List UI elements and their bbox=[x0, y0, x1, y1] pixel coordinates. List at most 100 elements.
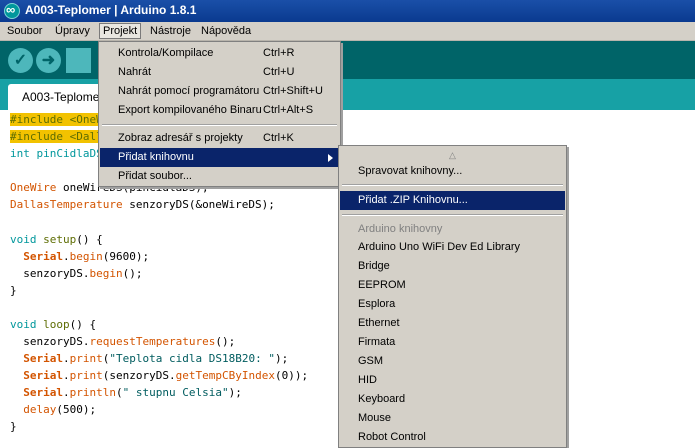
menu-item-label: Esplora bbox=[358, 298, 396, 310]
menu-item-library[interactable]: Ethernet bbox=[340, 314, 565, 333]
code-text: (9600); bbox=[102, 250, 150, 263]
code-type: OneWire bbox=[10, 181, 57, 194]
code-text: ); bbox=[274, 352, 289, 365]
code-type: DallasTemperature bbox=[10, 198, 123, 211]
menu-item-kontrola[interactable]: Kontrola/Kompilace Ctrl+R bbox=[100, 44, 339, 63]
menu-item-shortcut: Ctrl+K bbox=[263, 132, 294, 144]
menu-projekt[interactable]: Projekt bbox=[99, 23, 142, 39]
new-sketch-button[interactable] bbox=[66, 48, 91, 73]
menu-item-label: Arduino Uno WiFi Dev Ed Library bbox=[358, 241, 521, 253]
menu-separator bbox=[102, 124, 337, 126]
menu-item-library[interactable]: Robot Control bbox=[340, 428, 565, 447]
code-text: senzoryDS. bbox=[10, 335, 90, 348]
menu-item-library[interactable]: GSM bbox=[340, 352, 565, 371]
menu-soubor[interactable]: Soubor bbox=[4, 24, 45, 40]
menu-item-label: Keyboard bbox=[358, 393, 406, 405]
menu-item-label: Firmata bbox=[358, 336, 396, 348]
menu-napoveda[interactable]: Nápověda bbox=[198, 24, 254, 40]
code-method: requestTemperatures bbox=[89, 335, 216, 348]
menu-item-pridat-soubor[interactable]: Přidat soubor... bbox=[100, 167, 339, 186]
menu-item-label: Kontrola/Kompilace bbox=[118, 47, 214, 59]
menu-item-label: HID bbox=[358, 374, 377, 386]
menu-item-library[interactable]: Keyboard bbox=[340, 390, 565, 409]
menu-item-pridat-zip[interactable]: Přidat .ZIP Knihovnu... bbox=[340, 191, 565, 210]
menu-item-label: Přidat .ZIP Knihovnu... bbox=[358, 194, 468, 206]
menu-item-library[interactable]: EEPROM bbox=[340, 276, 565, 295]
code-string: " stupnu Celsia" bbox=[122, 386, 229, 399]
title-bar: A003-Teplomer | Arduino 1.8.1 bbox=[0, 0, 695, 22]
menu-upravy[interactable]: Úpravy bbox=[52, 24, 93, 40]
menu-item-export-binaru[interactable]: Export kompilovaného Binaru Ctrl+Alt+S bbox=[100, 101, 339, 120]
menu-section-label: Arduino knihovny bbox=[358, 223, 443, 235]
code-text: . bbox=[63, 369, 70, 382]
menu-item-label: Zobraz adresář s projekty bbox=[118, 132, 243, 144]
menu-item-shortcut: Ctrl+R bbox=[263, 47, 295, 59]
code-function: setup bbox=[43, 233, 77, 246]
code-text: (); bbox=[215, 335, 236, 348]
menu-item-label: Přidat knihovnu bbox=[118, 151, 194, 163]
code-keyword: void bbox=[10, 318, 37, 331]
tab-sketch[interactable]: A003-Teplomer bbox=[8, 84, 108, 110]
menu-item-library[interactable]: Mouse bbox=[340, 409, 565, 428]
arduino-app-icon bbox=[4, 2, 20, 19]
code-function: loop bbox=[43, 318, 70, 331]
code-serial: Serial bbox=[23, 352, 63, 365]
code-text: () { bbox=[69, 318, 97, 331]
code-text: } bbox=[10, 284, 17, 297]
code-text: ( bbox=[115, 386, 123, 399]
menu-item-label: Mouse bbox=[358, 412, 392, 424]
menu-item-label: Bridge bbox=[358, 260, 390, 272]
menu-item-nahrat-programator[interactable]: Nahrát pomocí programátoru Ctrl+Shift+U bbox=[100, 82, 339, 101]
code-method: delay bbox=[23, 403, 57, 416]
code-method: begin bbox=[69, 250, 103, 263]
code-serial: Serial bbox=[23, 250, 63, 263]
menu-bar: Soubor Úpravy Projekt Nástroje Nápověda bbox=[0, 22, 695, 41]
menu-separator bbox=[342, 214, 563, 216]
menu-item-shortcut: Ctrl+U bbox=[263, 66, 295, 78]
menu-separator bbox=[342, 184, 563, 186]
code-text: () { bbox=[76, 233, 103, 246]
code-text: . bbox=[63, 352, 70, 365]
code-text: (senzoryDS. bbox=[102, 369, 176, 382]
code-text: } bbox=[10, 420, 17, 433]
window-title: A003-Teplomer | Arduino 1.8.1 bbox=[25, 3, 197, 17]
menu-item-shortcut: Ctrl+Alt+S bbox=[263, 104, 314, 116]
menu-item-nahrat[interactable]: Nahrát Ctrl+U bbox=[100, 63, 339, 82]
menu-item-library[interactable]: Firmata bbox=[340, 333, 565, 352]
code-text: . bbox=[63, 386, 70, 399]
menu-item-library[interactable]: HID bbox=[340, 371, 565, 390]
upload-button[interactable]: ➜ bbox=[36, 48, 61, 73]
code-serial: Serial bbox=[23, 369, 63, 382]
menu-item-zobraz-adresar[interactable]: Zobraz adresář s projekty Ctrl+K bbox=[100, 129, 339, 148]
menu-nastroje[interactable]: Nástroje bbox=[147, 24, 194, 40]
code-text: ); bbox=[228, 386, 242, 399]
verify-button[interactable]: ✓ bbox=[8, 48, 33, 73]
menu-item-library[interactable]: Bridge bbox=[340, 257, 565, 276]
code-text: senzoryDS. bbox=[10, 267, 90, 280]
menu-item-library[interactable]: Arduino Uno WiFi Dev Ed Library bbox=[340, 238, 565, 257]
code-serial: Serial bbox=[23, 386, 63, 399]
submenu-arrow-icon bbox=[328, 154, 333, 162]
menu-item-label: Ethernet bbox=[358, 317, 400, 329]
code-method: begin bbox=[89, 267, 123, 280]
code-text: senzoryDS(&oneWireDS); bbox=[122, 198, 275, 211]
menu-item-spravovat-knihovny[interactable]: Spravovat knihovny... bbox=[340, 162, 565, 181]
menu-item-label: Robot Control bbox=[358, 431, 426, 443]
code-text: (500); bbox=[56, 403, 97, 416]
menu-section-arduino-knihovny: Arduino knihovny bbox=[340, 220, 565, 239]
code-method: print bbox=[69, 369, 103, 382]
menu-item-label: Export kompilovaného Binaru bbox=[118, 104, 262, 116]
scroll-up-arrow-icon[interactable]: △ bbox=[449, 150, 456, 161]
menu-item-label: Spravovat knihovny... bbox=[358, 165, 463, 177]
knihovna-submenu: △ Spravovat knihovny... Přidat .ZIP Knih… bbox=[338, 145, 567, 448]
menu-item-label: Přidat soubor... bbox=[118, 170, 192, 182]
code-keyword: void bbox=[10, 233, 37, 246]
menu-item-library[interactable]: Esplora bbox=[340, 295, 565, 314]
menu-item-label: EEPROM bbox=[358, 279, 406, 291]
menu-item-pridat-knihovnu[interactable]: Přidat knihovnu bbox=[100, 148, 339, 167]
code-method: print bbox=[69, 352, 103, 365]
